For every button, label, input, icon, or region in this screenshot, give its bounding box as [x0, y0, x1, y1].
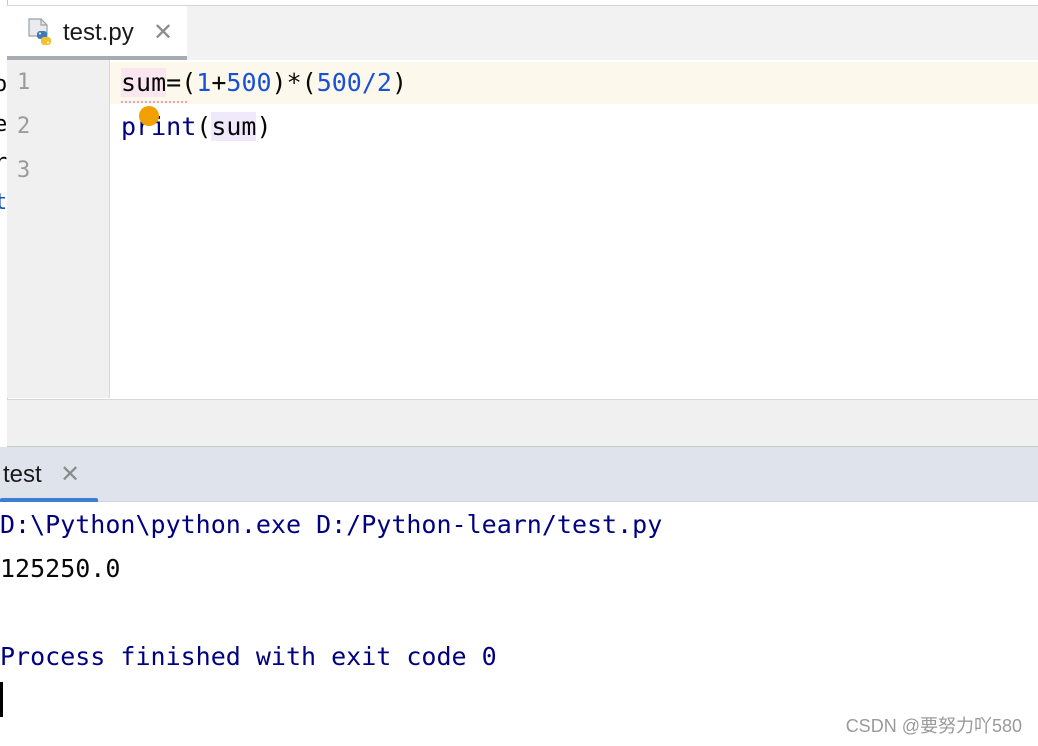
run-tab-test[interactable]: test ✕: [0, 447, 98, 503]
identifier-sum: sum: [211, 112, 257, 141]
editor-tab-bar: test.py ✕: [7, 5, 1038, 61]
intention-bulb-icon[interactable]: [139, 106, 159, 126]
code-token: )*(: [271, 68, 317, 97]
console-exit-message: Process finished with exit code 0: [0, 642, 497, 671]
run-tab-label: test: [3, 461, 42, 488]
line-number: 2: [17, 114, 31, 139]
code-token: /: [361, 68, 377, 97]
number-literal: 2: [376, 68, 392, 97]
editor-tab-test-py[interactable]: test.py ✕: [7, 6, 187, 60]
code-token: ): [256, 112, 272, 141]
run-tool-window-header: test ✕: [0, 447, 1038, 503]
code-token: (: [196, 112, 212, 141]
editor-breadcrumb-bar: [7, 399, 1038, 447]
console-command-line: D:\Python\python.exe D:/Python-learn/tes…: [0, 510, 663, 539]
weak-warning-underline: [121, 97, 187, 103]
line-number: 3: [17, 158, 31, 183]
console-output: 125250.0: [0, 554, 121, 583]
run-console[interactable]: D:\Python\python.exe D:/Python-learn/tes…: [0, 502, 1038, 746]
code-editor[interactable]: 1 2 3 sum=(1+500)*(500/2) print(sum): [7, 60, 1038, 398]
code-token: +: [211, 68, 227, 97]
close-icon[interactable]: ✕: [60, 460, 80, 489]
code-token: =(: [166, 68, 197, 97]
code-line-1[interactable]: sum=(1+500)*(500/2): [121, 68, 407, 97]
number-literal: 1: [196, 68, 212, 97]
python-file-icon: [27, 18, 55, 48]
line-number: 1: [17, 70, 31, 95]
number-literal: 500: [316, 68, 362, 97]
close-icon[interactable]: ✕: [153, 18, 173, 47]
number-literal: 500: [226, 68, 272, 97]
watermark: CSDN @要努力吖580: [845, 716, 1022, 736]
code-token: ): [391, 68, 408, 97]
tab-filename: test.py: [63, 19, 134, 46]
identifier-sum: sum: [121, 68, 167, 97]
console-text-cursor: [0, 682, 3, 717]
line-number-gutter: 1 2 3: [7, 60, 110, 398]
